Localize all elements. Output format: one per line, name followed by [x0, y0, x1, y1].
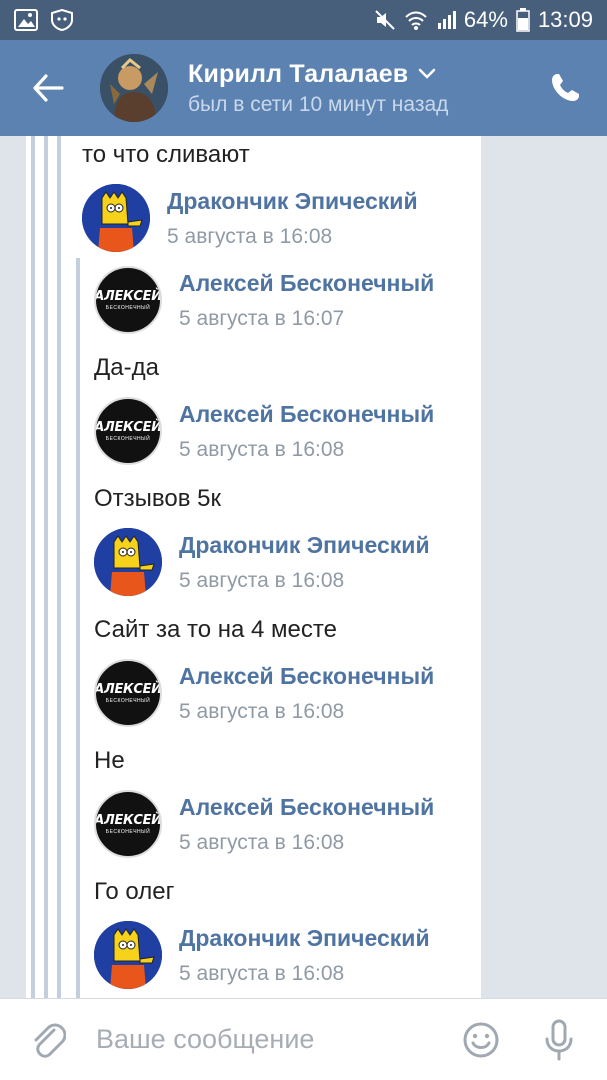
message-text: Да-да — [94, 354, 159, 381]
timestamp: 5 августа в 16:08 — [179, 437, 345, 461]
shield-icon — [50, 9, 74, 31]
author-name[interactable]: Алексей Бесконечный — [179, 663, 434, 690]
mute-icon — [374, 9, 396, 31]
message-text: Отзывов 5к — [94, 485, 222, 512]
avatar[interactable] — [94, 528, 162, 596]
message-composer — [0, 998, 607, 1080]
avatar[interactable] — [94, 921, 162, 989]
timestamp: 5 августа в 16:08 — [167, 224, 333, 248]
avatar[interactable]: АЛЕКСЕЙ БЕСКОНЕЧНЫЙ — [94, 659, 162, 727]
message-list[interactable]: то что сливают Дракончик Эпический 5 авг… — [0, 136, 607, 998]
chevron-down-icon — [419, 68, 436, 79]
contact-status: был в сети 10 минут назад — [188, 92, 449, 116]
author-name[interactable]: Дракончик Эпический — [167, 188, 418, 215]
forward-header[interactable]: Дракончик Эпический 5 августа в 16:08 — [94, 921, 430, 989]
back-button[interactable] — [0, 40, 96, 136]
author-name[interactable]: Алексей Бесконечный — [179, 270, 434, 297]
emoji-button[interactable] — [453, 999, 509, 1080]
avatar[interactable]: АЛЕКСЕЙ БЕСКОНЕЧНЫЙ — [94, 397, 162, 465]
arrow-left-icon — [33, 74, 64, 102]
forward-header[interactable]: АЛЕКСЕЙ БЕСКОНЕЧНЫЙ Алексей Бесконечный … — [94, 790, 434, 858]
forward-header[interactable]: АЛЕКСЕЙ БЕСКОНЕЧНЫЙ Алексей Бесконечный … — [94, 659, 434, 727]
timestamp: 5 августа в 16:08 — [179, 568, 345, 592]
message-text: Го олег — [94, 878, 175, 905]
chat-header: Кирилл Талалаев был в сети 10 минут наза… — [0, 40, 607, 136]
message-text: Сайт за то на 4 месте — [94, 616, 337, 643]
signal-icon — [436, 9, 456, 31]
clock: 13:09 — [537, 7, 593, 32]
phone-icon — [552, 74, 579, 101]
paperclip-icon — [34, 1023, 66, 1058]
contact-name: Кирилл Талалаев — [188, 59, 409, 88]
call-button[interactable] — [545, 68, 585, 108]
avatar[interactable] — [100, 54, 168, 122]
battery-icon — [516, 8, 530, 32]
forward-header[interactable]: Дракончик Эпический 5 августа в 16:08 — [94, 528, 430, 596]
forward-header[interactable]: АЛЕКСЕЙ БЕСКОНЕЧНЫЙ Алексей Бесконечный … — [94, 266, 434, 334]
avatar[interactable] — [82, 184, 150, 252]
microphone-icon — [545, 1019, 573, 1060]
voice-button[interactable] — [531, 999, 587, 1080]
wifi-icon — [404, 9, 428, 31]
forward-line — [44, 136, 48, 998]
smiley-icon — [463, 1022, 499, 1057]
forward-line — [76, 258, 80, 998]
timestamp: 5 августа в 16:08 — [179, 961, 345, 985]
timestamp: 5 августа в 16:07 — [179, 306, 345, 330]
message-input[interactable] — [96, 1024, 453, 1055]
avatar[interactable]: АЛЕКСЕЙ БЕСКОНЕЧНЫЙ — [94, 790, 162, 858]
message-text: то что сливают — [82, 141, 250, 168]
status-bar: 64% 13:09 — [0, 0, 607, 40]
timestamp: 5 августа в 16:08 — [179, 699, 345, 723]
author-name[interactable]: Алексей Бесконечный — [179, 794, 434, 821]
forward-line — [31, 136, 35, 998]
author-name[interactable]: Дракончик Эпический — [179, 532, 430, 559]
forward-line — [57, 136, 61, 998]
forward-header[interactable]: АЛЕКСЕЙ БЕСКОНЕЧНЫЙ Алексей Бесконечный … — [94, 397, 434, 465]
attach-button[interactable] — [0, 999, 96, 1080]
forward-header[interactable]: Дракончик Эпический 5 августа в 16:08 — [82, 184, 418, 252]
battery-percent: 64% — [463, 7, 508, 32]
timestamp: 5 августа в 16:08 — [179, 830, 345, 854]
gallery-icon — [14, 9, 38, 31]
author-name[interactable]: Дракончик Эпический — [179, 925, 430, 952]
author-name[interactable]: Алексей Бесконечный — [179, 401, 434, 428]
message-text: Не — [94, 747, 125, 774]
avatar[interactable]: АЛЕКСЕЙ БЕСКОНЕЧНЫЙ — [94, 266, 162, 334]
header-info[interactable]: Кирилл Талалаев был в сети 10 минут наза… — [188, 60, 448, 117]
